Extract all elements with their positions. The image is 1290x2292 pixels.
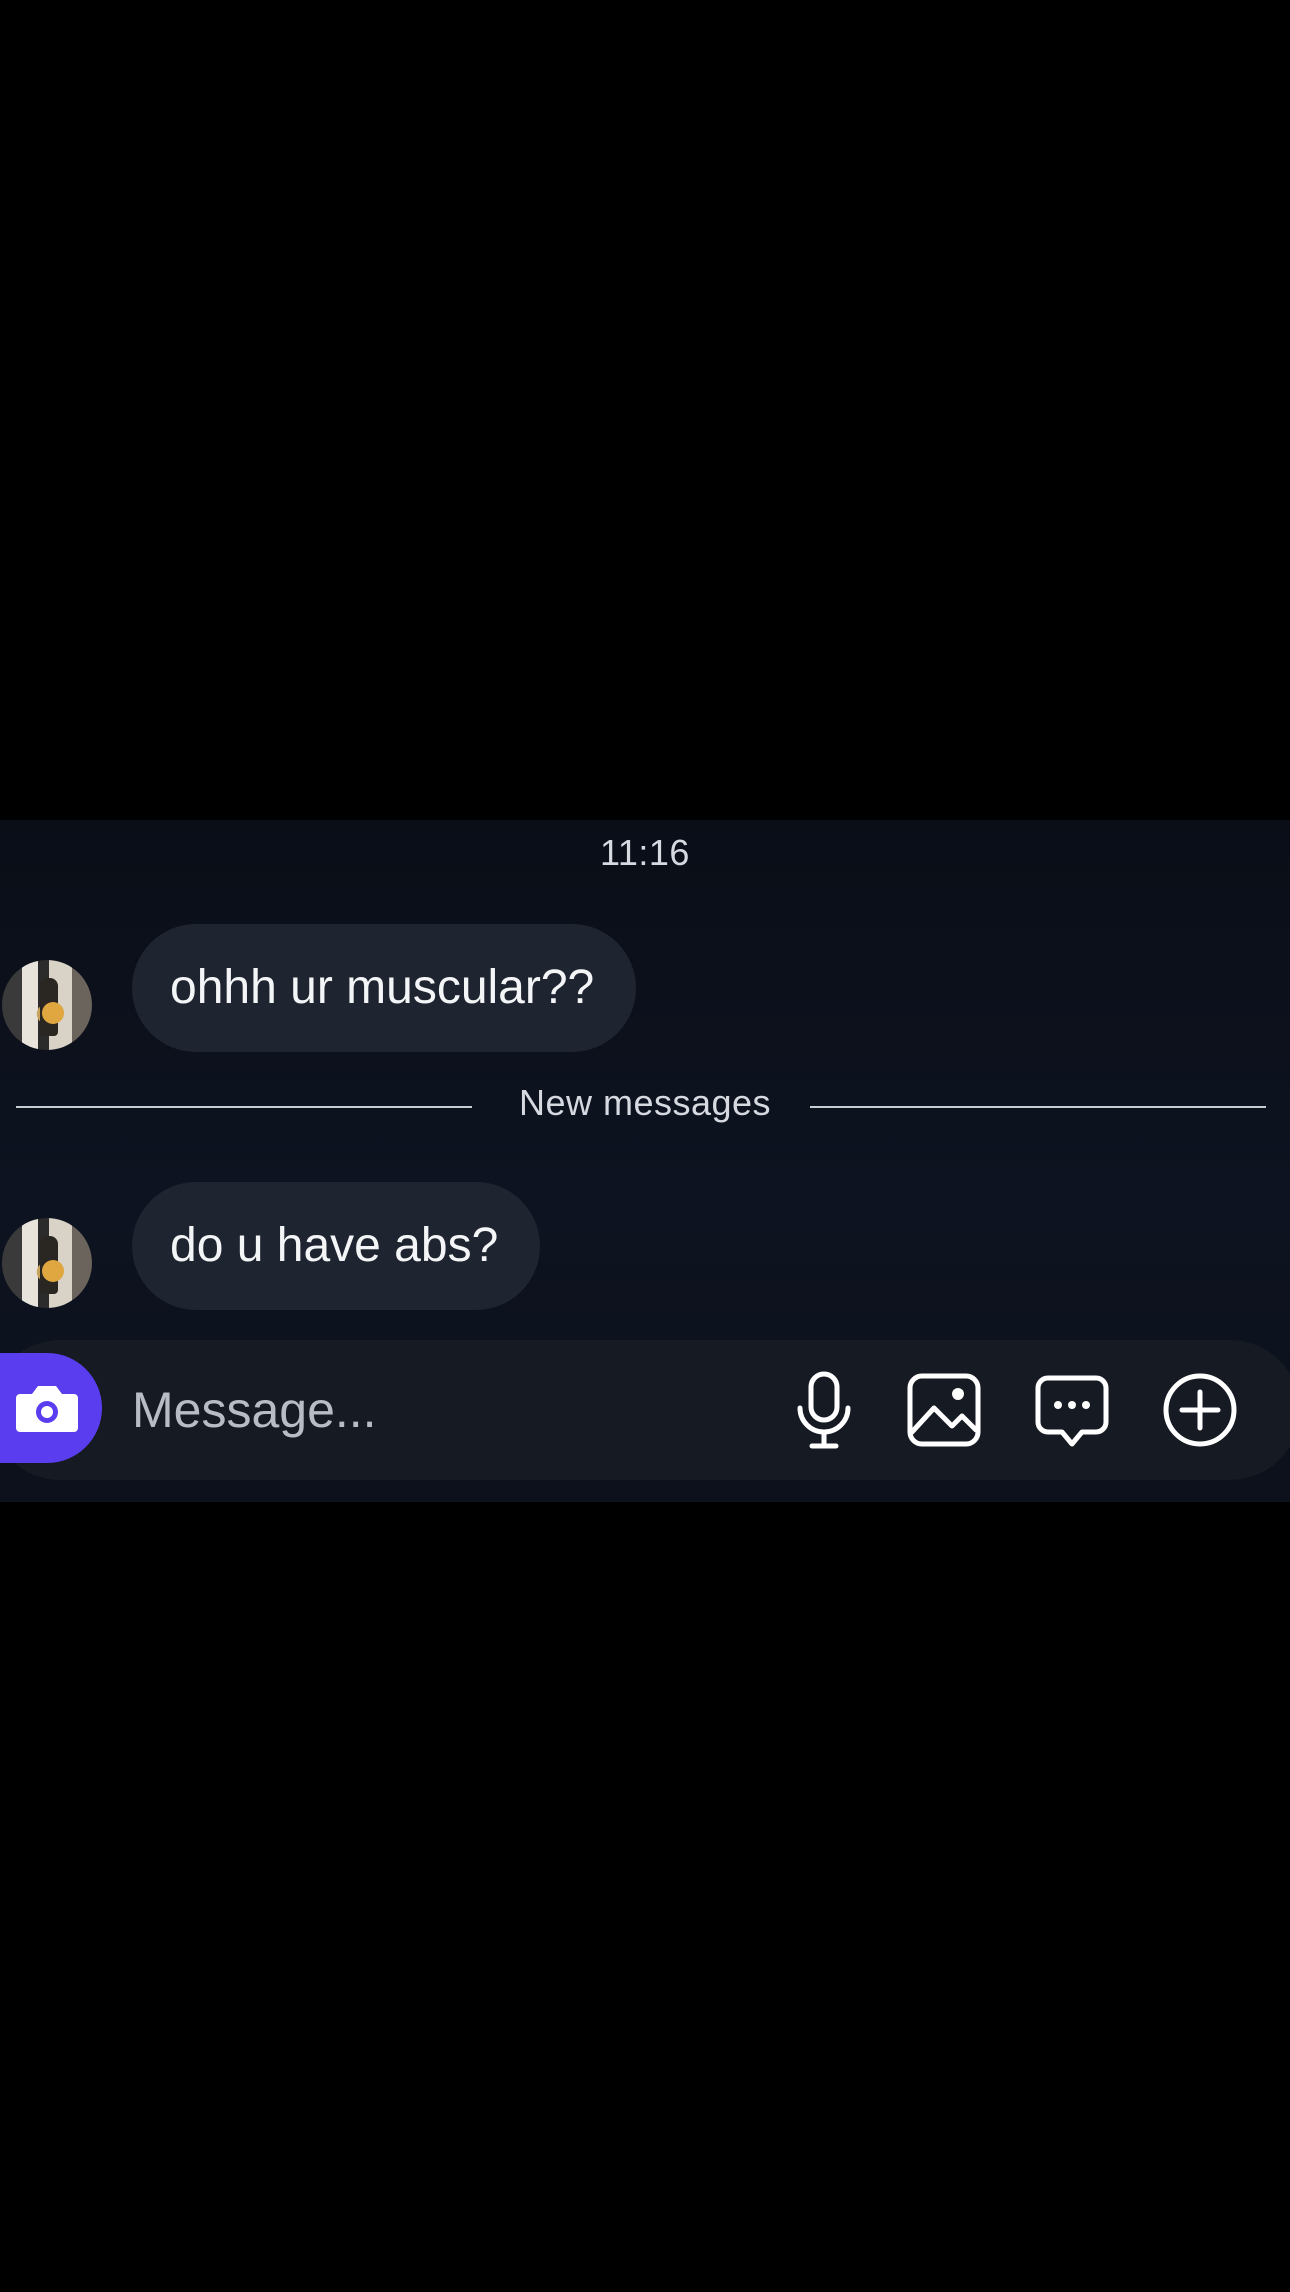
avatar[interactable]: [2, 1218, 92, 1308]
image-icon: [907, 1373, 981, 1447]
voice-message-button[interactable]: [782, 1368, 866, 1452]
avatar[interactable]: [2, 960, 92, 1050]
new-messages-divider: New messages: [518, 1082, 772, 1123]
message-input[interactable]: [132, 1368, 732, 1452]
chat-thread: 11:16 ohhh ur muscular?? New messages do…: [0, 820, 1290, 1502]
gallery-button[interactable]: [902, 1368, 986, 1452]
message-bubble[interactable]: do u have abs?: [132, 1182, 541, 1310]
divider-line-right: [810, 1106, 1266, 1108]
avatar-ball: [42, 1002, 64, 1024]
avatar-ball: [42, 1260, 64, 1282]
message-row: ohhh ur muscular??: [0, 924, 1290, 1054]
message-bubble[interactable]: ohhh ur muscular??: [132, 924, 637, 1052]
camera-icon: [16, 1386, 78, 1432]
microphone-icon: [797, 1371, 851, 1449]
more-options-button[interactable]: [1158, 1368, 1242, 1452]
message-timestamp: 11:16: [600, 832, 690, 873]
plus-circle-icon: [1163, 1373, 1237, 1447]
screen: 11:16 ohhh ur muscular?? New messages do…: [0, 0, 1290, 2292]
chat-bubble-icon: [1035, 1375, 1109, 1447]
message-row: do u have abs?: [0, 1182, 1290, 1312]
sticker-button[interactable]: [1030, 1368, 1114, 1452]
